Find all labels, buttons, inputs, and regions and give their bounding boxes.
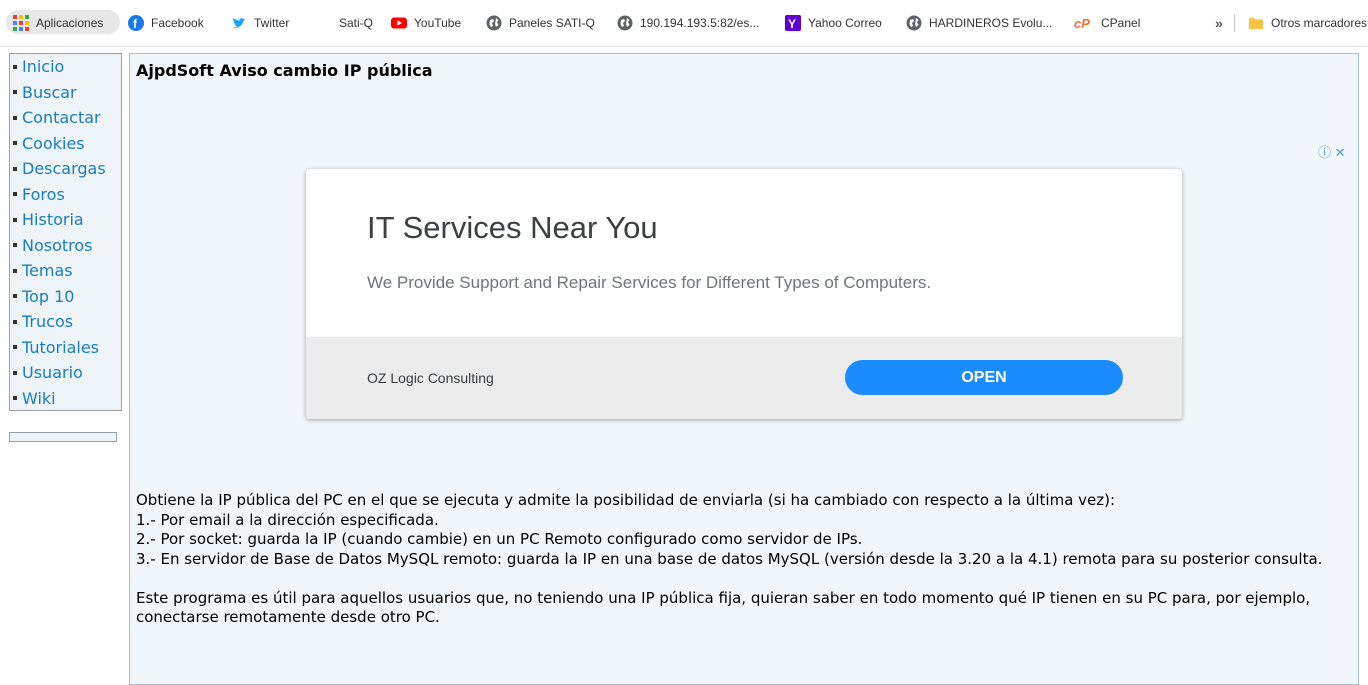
globe-icon [617, 15, 633, 31]
nav-item-cookies[interactable]: Cookies [10, 131, 121, 157]
bookmarks-divider [1234, 14, 1235, 32]
nav-link[interactable]: Temas [22, 258, 73, 283]
list-item: 3.- En servidor de Base de Datos MySQL r… [136, 549, 1323, 568]
nav-item-foros[interactable]: Foros [10, 182, 121, 208]
bullet-icon [13, 217, 17, 222]
bookmarks-bar: Aplicaciones f Facebook Twitter Sati-Q Y… [0, 0, 1368, 47]
nav-item-nosotros[interactable]: Nosotros [10, 233, 121, 259]
nav-link[interactable]: Wiki [22, 386, 56, 411]
bookmarks-overflow-button[interactable]: » [1215, 14, 1223, 32]
ad-subtitle: We Provide Support and Repair Services f… [367, 273, 932, 292]
bullet-icon [13, 345, 17, 350]
svg-text:f: f [133, 17, 138, 31]
globe-icon [906, 15, 922, 31]
ad-footer: OZ Logic Consulting OPEN [306, 337, 1182, 419]
bookmark-label: YouTube [414, 16, 462, 30]
bullet-icon [13, 268, 17, 273]
nav-item-inicio[interactable]: Inicio [10, 54, 121, 80]
bookmark-hardineros[interactable]: HARDINEROS Evolu... [906, 14, 1052, 32]
facebook-icon: f [128, 15, 144, 31]
nav-link[interactable]: Historia [22, 207, 84, 232]
nav-link[interactable]: Cookies [22, 131, 85, 156]
nav-link[interactable]: Usuario [22, 360, 83, 385]
svg-text:cP: cP [1074, 16, 1090, 31]
site-nav: Inicio Buscar Contactar Cookies Descarga… [9, 53, 122, 411]
bookmark-label: HARDINEROS Evolu... [929, 16, 1053, 30]
bookmark-label: Facebook [151, 16, 204, 30]
bullet-icon [13, 243, 17, 248]
bookmark-label: CPanel [1101, 16, 1141, 30]
bullet-icon [13, 90, 17, 95]
nav-item-wiki[interactable]: Wiki [10, 386, 121, 412]
twitter-icon [231, 15, 247, 31]
nav-item-trucos[interactable]: Trucos [10, 309, 121, 335]
paragraph: Este programa es útil para aquellos usua… [136, 588, 1311, 627]
list-item: 2.- Por socket: guarda la IP (cuando cam… [136, 530, 863, 548]
nav-link[interactable]: Inicio [22, 54, 64, 79]
bookmark-label: Paneles SATI-Q [509, 16, 595, 30]
nav-link[interactable]: Top 10 [22, 284, 74, 309]
globe-icon [486, 15, 502, 31]
page-title: AjpdSoft Aviso cambio IP pública [136, 61, 433, 80]
bullet-icon [13, 294, 17, 299]
apps-grid-icon [13, 15, 29, 31]
nav-link[interactable]: Contactar [22, 105, 101, 130]
cpanel-icon: cP [1074, 15, 1094, 31]
bookmark-label: Aplicaciones [36, 16, 104, 30]
bookmark-ip-address[interactable]: 190.194.193.5:82/es... [617, 14, 759, 32]
bookmark-label: Yahoo Correo [808, 16, 882, 30]
article-body: Obtiene la IP pública del PC en el que s… [136, 491, 1351, 628]
bookmark-label: Sati-Q [339, 16, 374, 30]
bookmark-youtube[interactable]: YouTube [391, 14, 461, 32]
bookmark-paneles-sati-q[interactable]: Paneles SATI-Q [486, 14, 595, 32]
nav-item-historia[interactable]: Historia [10, 207, 121, 233]
bookmark-label: Twitter [254, 16, 290, 30]
other-bookmarks-folder[interactable]: Otros marcadores [1248, 14, 1367, 32]
bookmark-twitter[interactable]: Twitter [231, 14, 289, 32]
nav-item-tutoriales[interactable]: Tutoriales [10, 335, 121, 361]
bullet-icon [13, 141, 17, 146]
ad-title[interactable]: IT Services Near You [367, 210, 658, 246]
ad-card[interactable]: IT Services Near You We Provide Support … [306, 169, 1182, 419]
nav-item-temas[interactable]: Temas [10, 258, 121, 284]
nav-item-usuario[interactable]: Usuario [10, 360, 121, 386]
nav-link[interactable]: Trucos [22, 309, 73, 334]
nav-item-descargas[interactable]: Descargas [10, 156, 121, 182]
bookmark-facebook[interactable]: f Facebook [128, 14, 204, 32]
bookmark-label: 190.194.193.5:82/es... [640, 16, 760, 30]
nav-link[interactable]: Tutoriales [22, 335, 99, 360]
svg-text:Y: Y [788, 17, 796, 31]
bullet-icon [13, 319, 17, 324]
nav-item-contactar[interactable]: Contactar [10, 105, 121, 131]
folder-icon [1248, 15, 1264, 31]
bullet-icon [13, 166, 17, 171]
bullet-icon [13, 370, 17, 375]
other-bookmarks-label: Otros marcadores [1271, 16, 1368, 30]
article-panel: AjpdSoft Aviso cambio IP pública ⓘ ✕ IT … [129, 53, 1359, 685]
ad-open-button[interactable]: OPEN [845, 360, 1123, 395]
youtube-icon [391, 15, 407, 31]
bullet-icon [13, 64, 17, 69]
nav-item-top-10[interactable]: Top 10 [10, 284, 121, 310]
nav-link[interactable]: Descargas [22, 156, 106, 181]
bookmark-apps[interactable]: Aplicaciones [13, 14, 103, 32]
yahoo-icon: Y [785, 15, 801, 31]
nav-item-buscar[interactable]: Buscar [10, 80, 121, 106]
bookmark-yahoo-correo[interactable]: Y Yahoo Correo [785, 14, 882, 32]
bullet-icon [13, 115, 17, 120]
nav-link[interactable]: Foros [22, 182, 65, 207]
ad-advertiser: OZ Logic Consulting [367, 370, 494, 386]
nav-link[interactable]: Nosotros [22, 233, 93, 258]
nav-secondary-box [9, 432, 117, 442]
list-item: 1.- Por email a la dirección especificad… [136, 510, 439, 529]
bullet-icon [13, 396, 17, 401]
bookmark-sati-q[interactable]: Sati-Q [339, 14, 373, 32]
adchoices-close-icon[interactable]: ⓘ ✕ [1318, 142, 1346, 161]
bullet-icon [13, 192, 17, 197]
paragraph: Obtiene la IP pública del PC en el que s… [136, 491, 1116, 509]
nav-link[interactable]: Buscar [22, 80, 77, 105]
bookmark-cpanel[interactable]: cP CPanel [1074, 14, 1140, 32]
